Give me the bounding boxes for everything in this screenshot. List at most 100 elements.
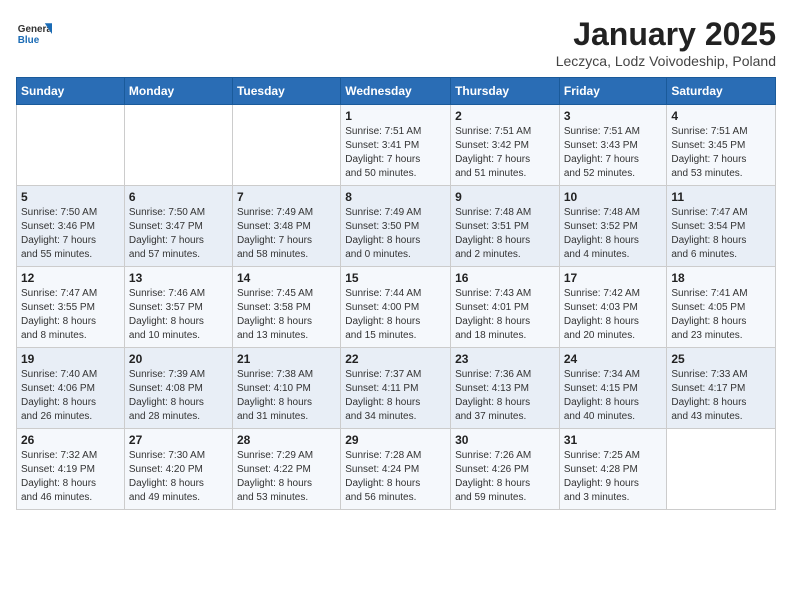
calendar-table: SundayMondayTuesdayWednesdayThursdayFrid… [16,77,776,510]
day-number: 22 [345,352,446,366]
day-number: 30 [455,433,555,447]
day-cell: 29 Sunrise: 7:28 AMSunset: 4:24 PMDayligh… [341,429,451,510]
day-info: Sunrise: 7:28 AMSunset: 4:24 PMDaylight:… [345,449,446,505]
day-info: Sunrise: 7:44 AMSunset: 4:00 PMDaylight:… [345,287,446,343]
week-row-2: 5 Sunrise: 7:50 AMSunset: 3:46 PMDaylight… [17,186,776,267]
day-info: Sunrise: 7:51 AMSunset: 3:45 PMDaylight:… [671,125,771,181]
weekday-header-tuesday: Tuesday [232,78,340,105]
day-info: Sunrise: 7:42 AMSunset: 4:03 PMDaylight:… [564,287,663,343]
day-number: 27 [129,433,228,447]
day-info: Sunrise: 7:50 AMSunset: 3:46 PMDaylight:… [21,206,120,262]
weekday-header-saturday: Saturday [667,78,776,105]
day-cell: 27 Sunrise: 7:30 AMSunset: 4:20 PMDayligh… [124,429,232,510]
day-number: 3 [564,109,663,123]
day-number: 19 [21,352,120,366]
day-cell: 6 Sunrise: 7:50 AMSunset: 3:47 PMDaylight… [124,186,232,267]
day-info: Sunrise: 7:41 AMSunset: 4:05 PMDaylight:… [671,287,771,343]
weekday-header-friday: Friday [559,78,667,105]
day-info: Sunrise: 7:25 AMSunset: 4:28 PMDaylight:… [564,449,663,505]
day-number: 13 [129,271,228,285]
day-info: Sunrise: 7:51 AMSunset: 3:42 PMDaylight:… [455,125,555,181]
day-number: 15 [345,271,446,285]
day-cell: 16Sunrise: 7:43 AMSunset: 4:01 PMDayligh… [451,267,560,348]
day-cell: 21 Sunrise: 7:38 AMSunset: 4:10 PMDayligh… [232,348,340,429]
calendar-subtitle: Leczyca, Lodz Voivodeship, Poland [556,53,776,69]
day-number: 7 [237,190,336,204]
day-cell [232,105,340,186]
day-number: 1 [345,109,446,123]
day-number: 21 [237,352,336,366]
day-cell: 11 Sunrise: 7:47 AMSunset: 3:54 PMDayligh… [667,186,776,267]
day-number: 8 [345,190,446,204]
day-number: 26 [21,433,120,447]
day-number: 5 [21,190,120,204]
day-number: 2 [455,109,555,123]
day-info: Sunrise: 7:45 AMSunset: 3:58 PMDaylight:… [237,287,336,343]
day-cell: 5 Sunrise: 7:50 AMSunset: 3:46 PMDaylight… [17,186,125,267]
day-cell: 15 Sunrise: 7:44 AMSunset: 4:00 PMDayligh… [341,267,451,348]
weekday-header-sunday: Sunday [17,78,125,105]
logo-icon: General Blue [16,16,52,52]
day-cell [17,105,125,186]
week-row-4: 19 Sunrise: 7:40 AMSunset: 4:06 PMDayligh… [17,348,776,429]
day-cell [667,429,776,510]
day-cell: 17 Sunrise: 7:42 AMSunset: 4:03 PMDayligh… [559,267,667,348]
weekday-header-wednesday: Wednesday [341,78,451,105]
day-info: Sunrise: 7:30 AMSunset: 4:20 PMDaylight:… [129,449,228,505]
day-info: Sunrise: 7:34 AMSunset: 4:15 PMDaylight:… [564,368,663,424]
day-info: Sunrise: 7:32 AMSunset: 4:19 PMDaylight:… [21,449,120,505]
day-info: Sunrise: 7:47 AMSunset: 3:54 PMDaylight:… [671,206,771,262]
day-cell: 8Sunrise: 7:49 AMSunset: 3:50 PMDaylight… [341,186,451,267]
day-cell: 3 Sunrise: 7:51 AMSunset: 3:43 PMDaylight… [559,105,667,186]
day-cell: 1Sunrise: 7:51 AMSunset: 3:41 PMDaylight… [341,105,451,186]
day-cell: 28Sunrise: 7:29 AMSunset: 4:22 PMDayligh… [232,429,340,510]
calendar-title: January 2025 [556,16,776,53]
day-cell: 23Sunrise: 7:36 AMSunset: 4:13 PMDayligh… [451,348,560,429]
day-number: 17 [564,271,663,285]
day-cell: 14 Sunrise: 7:45 AMSunset: 3:58 PMDayligh… [232,267,340,348]
day-info: Sunrise: 7:38 AMSunset: 4:10 PMDaylight:… [237,368,336,424]
day-cell: 24 Sunrise: 7:34 AMSunset: 4:15 PMDayligh… [559,348,667,429]
weekday-header-row: SundayMondayTuesdayWednesdayThursdayFrid… [17,78,776,105]
weekday-header-thursday: Thursday [451,78,560,105]
day-number: 6 [129,190,228,204]
day-number: 10 [564,190,663,204]
day-cell: 20Sunrise: 7:39 AMSunset: 4:08 PMDayligh… [124,348,232,429]
day-info: Sunrise: 7:40 AMSunset: 4:06 PMDaylight:… [21,368,120,424]
day-info: Sunrise: 7:26 AMSunset: 4:26 PMDaylight:… [455,449,555,505]
day-number: 20 [129,352,228,366]
day-number: 11 [671,190,771,204]
day-info: Sunrise: 7:48 AMSunset: 3:51 PMDaylight:… [455,206,555,262]
week-row-5: 26 Sunrise: 7:32 AMSunset: 4:19 PMDayligh… [17,429,776,510]
day-cell: 7 Sunrise: 7:49 AMSunset: 3:48 PMDaylight… [232,186,340,267]
day-info: Sunrise: 7:49 AMSunset: 3:48 PMDaylight:… [237,206,336,262]
day-number: 29 [345,433,446,447]
day-info: Sunrise: 7:47 AMSunset: 3:55 PMDaylight:… [21,287,120,343]
logo: General Blue [16,16,52,52]
day-cell: 2 Sunrise: 7:51 AMSunset: 3:42 PMDaylight… [451,105,560,186]
day-info: Sunrise: 7:43 AMSunset: 4:01 PMDaylight:… [455,287,555,343]
day-info: Sunrise: 7:33 AMSunset: 4:17 PMDaylight:… [671,368,771,424]
day-cell: 4Sunrise: 7:51 AMSunset: 3:45 PMDaylight… [667,105,776,186]
day-cell: 26 Sunrise: 7:32 AMSunset: 4:19 PMDayligh… [17,429,125,510]
weekday-header-monday: Monday [124,78,232,105]
day-info: Sunrise: 7:50 AMSunset: 3:47 PMDaylight:… [129,206,228,262]
day-number: 18 [671,271,771,285]
day-cell: 19 Sunrise: 7:40 AMSunset: 4:06 PMDayligh… [17,348,125,429]
svg-text:Blue: Blue [18,35,40,46]
day-info: Sunrise: 7:29 AMSunset: 4:22 PMDaylight:… [237,449,336,505]
day-info: Sunrise: 7:46 AMSunset: 3:57 PMDaylight:… [129,287,228,343]
day-cell: 31Sunrise: 7:25 AMSunset: 4:28 PMDayligh… [559,429,667,510]
day-cell: 13 Sunrise: 7:46 AMSunset: 3:57 PMDayligh… [124,267,232,348]
day-cell: 18 Sunrise: 7:41 AMSunset: 4:05 PMDayligh… [667,267,776,348]
week-row-3: 12 Sunrise: 7:47 AMSunset: 3:55 PMDayligh… [17,267,776,348]
week-row-1: 1Sunrise: 7:51 AMSunset: 3:41 PMDaylight… [17,105,776,186]
day-number: 23 [455,352,555,366]
day-info: Sunrise: 7:51 AMSunset: 3:43 PMDaylight:… [564,125,663,181]
day-cell: 25Sunrise: 7:33 AMSunset: 4:17 PMDayligh… [667,348,776,429]
day-number: 12 [21,271,120,285]
day-number: 14 [237,271,336,285]
day-number: 24 [564,352,663,366]
page-header: General Blue January 2025 Leczyca, Lodz … [16,16,776,69]
day-cell [124,105,232,186]
